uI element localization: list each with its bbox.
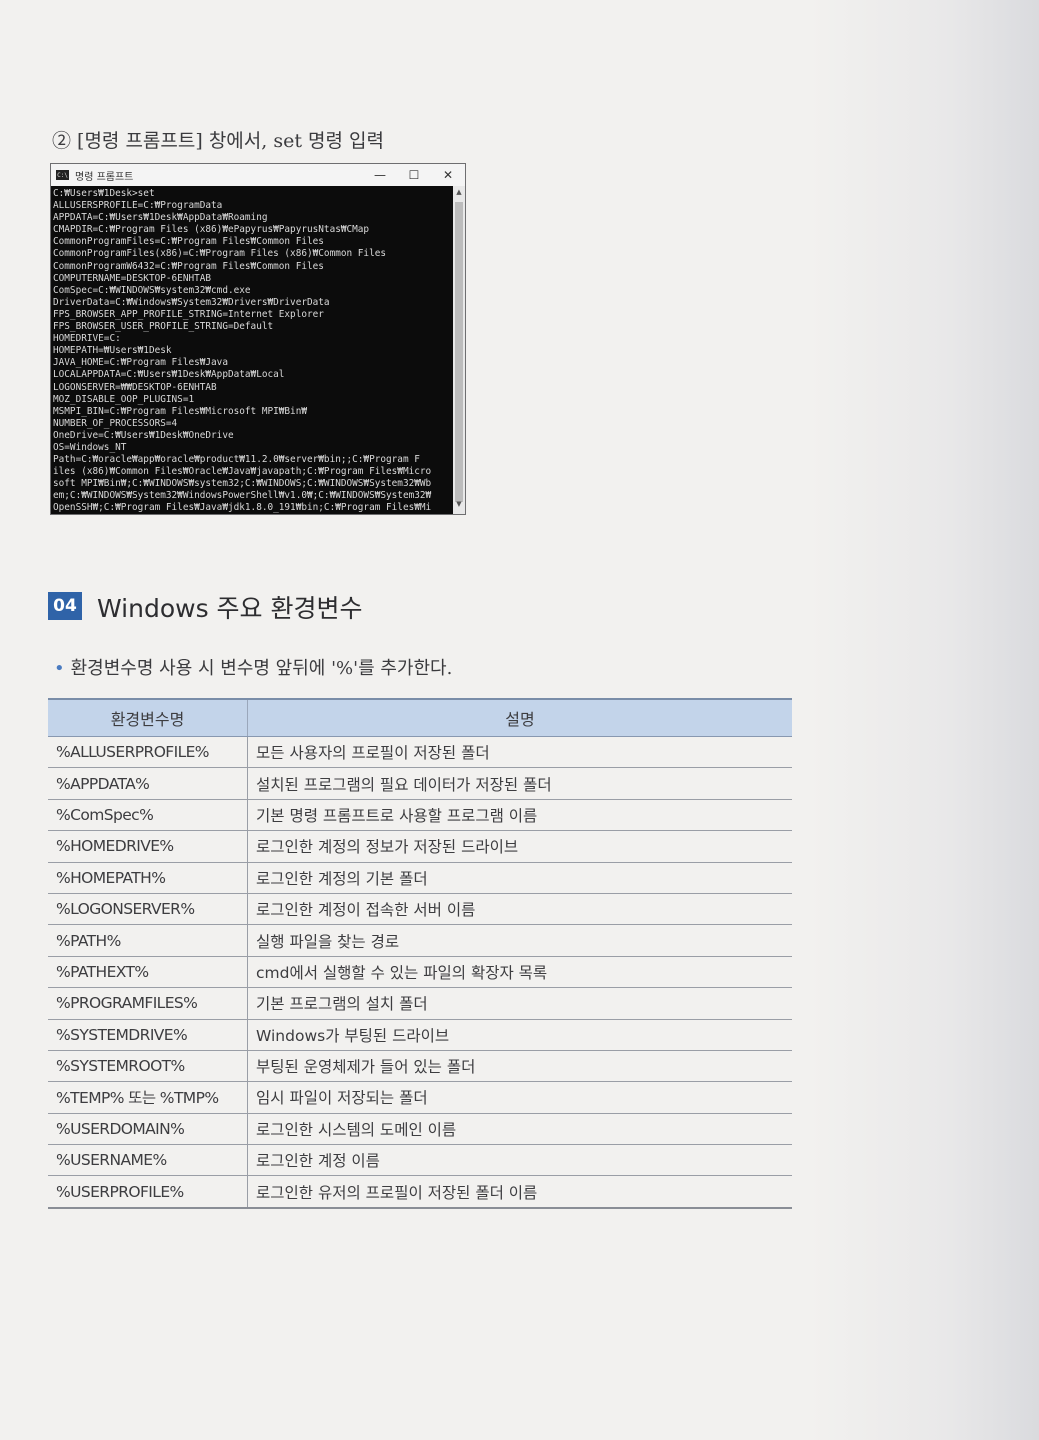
maximize-icon: ☐	[408, 168, 420, 182]
step-caption: ② [명령 프롬프트] 창에서, set 명령 입력	[52, 130, 384, 152]
cmd-titlebar: C:\ 명령 프롬프트 — ☐ ✕	[51, 164, 465, 186]
cell-description: 기본 프로그램의 설치 폴더	[247, 987, 792, 1020]
table-row: %LOGONSERVER% 로그인한 계정이 접속한 서버 이름	[48, 893, 792, 926]
table-row: %ALLUSERPROFILE% 모든 사용자의 프로필이 저장된 폴더	[48, 736, 792, 769]
cell-description: 로그인한 계정의 정보가 저장된 드라이브	[247, 830, 792, 863]
cell-description: 기본 명령 프롬프트로 사용할 프로그램 이름	[247, 799, 792, 832]
cmd-line: LOGONSERVER=₩₩DESKTOP-6ENHTAB	[53, 381, 217, 393]
cell-var-name: %APPDATA%	[48, 767, 248, 800]
cmd-line: MSMPI_BIN=C:₩Program Files₩Microsoft MPI…	[53, 405, 307, 417]
scroll-thumb	[455, 202, 463, 502]
cmd-line: OneDrive=C:₩Users₩1Desk₩OneDrive	[53, 429, 234, 441]
cell-var-name: %PATHEXT%	[48, 956, 248, 989]
cmd-line: CMAPDIR=C:₩Program Files (x86)₩ePapyrus₩…	[53, 224, 370, 236]
cmd-line: COMPUTERNAME=DESKTOP-6ENHTAB	[53, 272, 212, 284]
cmd-line: HOMEPATH=₩Users₩1Desk	[53, 345, 172, 357]
cmd-line: APPDATA=C:₩Users₩1Desk₩AppData₩Roaming	[53, 212, 268, 224]
section-number: 04	[48, 592, 82, 620]
cell-var-name: %HOMEDRIVE%	[48, 830, 248, 863]
cmd-line: NUMBER_OF_PROCESSORS=4	[53, 417, 178, 429]
cmd-line: OS=Windows_NT	[53, 441, 127, 453]
page-edge-shadow	[809, 0, 1039, 1440]
cell-var-name: %SYSTEMROOT%	[48, 1050, 248, 1083]
bullet-text: 환경변수명 사용 시 변수명 앞뒤에 '%'를 추가한다.	[70, 658, 453, 679]
section-title: Windows 주요 환경변수	[97, 594, 363, 623]
cmd-app-icon: C:\	[56, 170, 69, 180]
table-row: %SYSTEMDRIVE% Windows가 부팅된 드라이브	[48, 1019, 792, 1051]
cell-var-name: %SYSTEMDRIVE%	[48, 1019, 248, 1051]
table-row: %PATH% 실행 파일을 찾는 경로	[48, 924, 792, 957]
cell-description: 로그인한 계정이 접속한 서버 이름	[247, 893, 792, 926]
table-row: %HOMEDRIVE% 로그인한 계정의 정보가 저장된 드라이브	[48, 830, 792, 863]
cmd-line: JAVA_HOME=C:₩Program Files₩Java	[53, 357, 228, 369]
close-icon: ✕	[442, 168, 454, 182]
cell-var-name: %USERPROFILE%	[48, 1175, 248, 1209]
cmd-line: CommonProgramFiles(x86)=C:₩Program Files…	[53, 248, 387, 260]
cmd-line: HOMEDRIVE=C:	[53, 333, 121, 345]
cmd-line: CommonProgramFiles=C:₩Program Files₩Comm…	[53, 236, 324, 248]
cmd-line: soft MPI₩Bin₩;C:₩WINDOWS₩system32;C:₩WIN…	[53, 478, 432, 490]
cell-description: 로그인한 유저의 프로필이 저장된 폴더 이름	[247, 1175, 792, 1209]
cmd-line: MOZ_DISABLE_OOP_PLUGINS=1	[53, 393, 195, 405]
env-var-table: 환경변수명 설명 %ALLUSERPROFILE% 모든 사용자의 프로필이 저장…	[48, 698, 792, 1209]
cell-var-name: %PATH%	[48, 924, 248, 957]
table-row: %USERPROFILE% 로그인한 유저의 프로필이 저장된 폴더 이름	[48, 1175, 792, 1209]
cell-var-name: %TEMP% 또는 %TMP%	[48, 1081, 248, 1114]
cmd-line: iles (x86)₩Common Files₩Oracle₩Java₩java…	[53, 466, 432, 478]
header-description: 설명	[247, 698, 792, 737]
bullet-dot-icon: •	[54, 658, 65, 679]
table-row: %PROGRAMFILES% 기본 프로그램의 설치 폴더	[48, 987, 792, 1020]
cmd-line: FPS_BROWSER_USER_PROFILE_STRING=Default	[53, 321, 274, 333]
cell-description: 모든 사용자의 프로필이 저장된 폴더	[247, 736, 792, 769]
table-row: %USERNAME% 로그인한 계정 이름	[48, 1144, 792, 1177]
cell-description: 설치된 프로그램의 필요 데이터가 저장된 폴더	[247, 767, 792, 800]
cmd-window: C:\ 명령 프롬프트 — ☐ ✕ C:₩Users₩1Desk>set ALLU…	[50, 163, 466, 515]
cell-description: 로그인한 계정의 기본 폴더	[247, 862, 792, 894]
table-row: %SYSTEMROOT% 부팅된 운영체제가 들어 있는 폴더	[48, 1050, 792, 1083]
cmd-line: CommonProgramW6432=C:₩Program Files₩Comm…	[53, 260, 324, 272]
table-row: %ComSpec% 기본 명령 프롬프트로 사용할 프로그램 이름	[48, 799, 792, 832]
cell-var-name: %USERNAME%	[48, 1144, 248, 1177]
cell-description: 실행 파일을 찾는 경로	[247, 924, 792, 957]
cmd-line: C:₩Users₩1Desk>set	[53, 188, 155, 199]
cmd-line: OpenSSH₩;C:₩Program Files₩Java₩jdk1.8.0_…	[53, 502, 432, 514]
cmd-window-title: 명령 프롬프트	[75, 171, 134, 183]
table-header-row: 환경변수명 설명	[48, 698, 792, 737]
cmd-line: FPS_BROWSER_APP_PROFILE_STRING=Internet …	[53, 308, 324, 320]
minimize-icon: —	[374, 168, 386, 182]
table-row: %USERDOMAIN% 로그인한 시스템의 도메인 이름	[48, 1113, 792, 1146]
cell-var-name: %PROGRAMFILES%	[48, 987, 248, 1020]
cell-var-name: %LOGONSERVER%	[48, 893, 248, 926]
cmd-line: em;C:₩WINDOWS₩System32₩WindowsPowerShell…	[53, 490, 432, 502]
cmd-line: LOCALAPPDATA=C:₩Users₩1Desk₩AppData₩Loca…	[53, 369, 285, 381]
cell-description: 로그인한 계정 이름	[247, 1144, 792, 1177]
cell-var-name: %ComSpec%	[48, 799, 248, 832]
table-row: %HOMEPATH% 로그인한 계정의 기본 폴더	[48, 862, 792, 894]
cell-description: Windows가 부팅된 드라이브	[247, 1019, 792, 1051]
scroll-up-icon: ▲	[456, 188, 462, 196]
cmd-scrollbar: ▲ ▼	[453, 186, 465, 514]
cell-var-name: %USERDOMAIN%	[48, 1113, 248, 1146]
scroll-down-icon: ▼	[456, 500, 462, 508]
table-row: %PATHEXT% cmd에서 실행할 수 있는 파일의 확장자 목록	[48, 956, 792, 989]
table-row: %APPDATA% 설치된 프로그램의 필요 데이터가 저장된 폴더	[48, 767, 792, 800]
table-row: %TEMP% 또는 %TMP% 임시 파일이 저장되는 폴더	[48, 1081, 792, 1114]
cmd-line: ComSpec=C:₩WINDOWS₩system32₩cmd.exe	[53, 284, 251, 296]
cell-description: 임시 파일이 저장되는 폴더	[247, 1081, 792, 1114]
bullet-note: • 환경변수명 사용 시 변수명 앞뒤에 '%'를 추가한다.	[54, 654, 452, 680]
cell-var-name: %HOMEPATH%	[48, 862, 248, 894]
cmd-line: ALLUSERSPROFILE=C:₩ProgramData	[53, 200, 223, 212]
cell-description: 부팅된 운영체제가 들어 있는 폴더	[247, 1050, 792, 1083]
cell-description: 로그인한 시스템의 도메인 이름	[247, 1113, 792, 1146]
header-var-name: 환경변수명	[48, 698, 248, 737]
cell-var-name: %ALLUSERPROFILE%	[48, 736, 248, 769]
cmd-line: Path=C:₩oracle₩app₩oracle₩product₩11.2.0…	[53, 454, 420, 466]
cell-description: cmd에서 실행할 수 있는 파일의 확장자 목록	[247, 956, 792, 989]
cmd-line: DriverData=C:₩Windows₩System32₩Drivers₩D…	[53, 296, 330, 308]
cmd-output: C:₩Users₩1Desk>set ALLUSERSPROFILE=C:₩Pro…	[51, 186, 453, 514]
